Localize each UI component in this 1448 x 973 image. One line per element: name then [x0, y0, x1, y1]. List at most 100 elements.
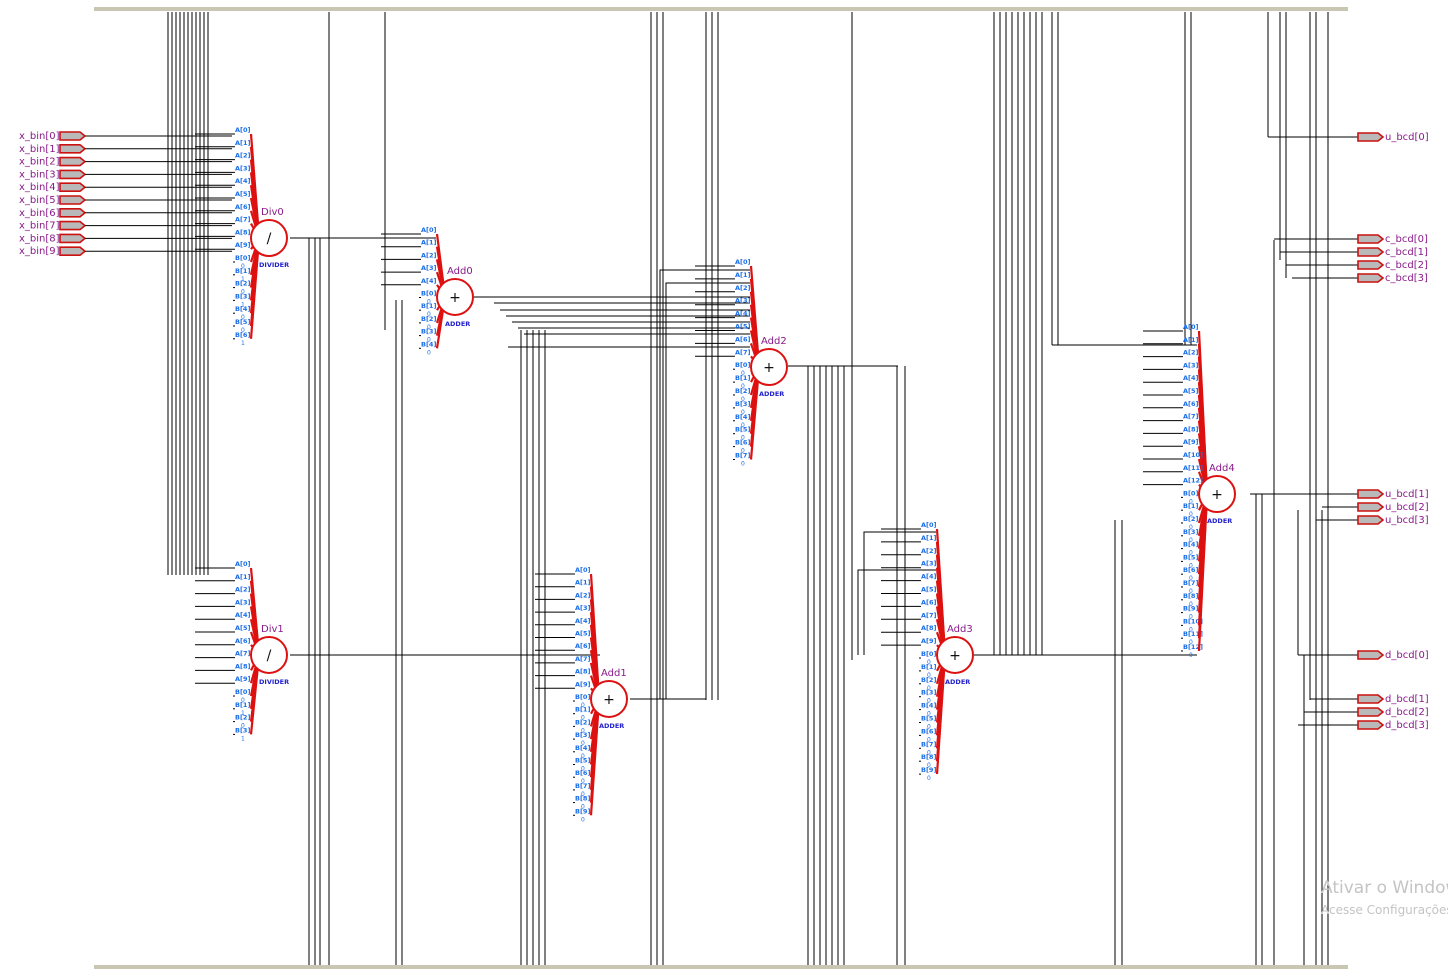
pin-label: A[8]: [1183, 425, 1199, 433]
block-div1-type: DIVIDER: [259, 678, 289, 686]
pin-label: A[2]: [575, 591, 591, 599]
pin-label: B[2]: [421, 315, 436, 323]
pin-label: A[11]: [1183, 464, 1203, 472]
net-wire: [665, 282, 750, 699]
input-port-arrow: [59, 144, 87, 154]
block-add1-symbol: +: [603, 692, 615, 708]
block-add2-name: Add2: [761, 336, 787, 347]
pin-label: A[4]: [235, 177, 251, 185]
pin-label: A[9]: [921, 637, 937, 645]
block-add0-name: Add0: [447, 266, 473, 277]
pin-label: A[5]: [1183, 387, 1199, 395]
output-port-label: d_bcd[0]: [1385, 650, 1429, 661]
pin-label: A[1]: [575, 579, 591, 587]
block-div1-name: Div1: [261, 624, 284, 635]
input-port-arrow: [59, 233, 87, 244]
pin-label: A[7]: [575, 655, 591, 663]
schematic-viewer[interactable]: A[0] A[1] A[2] A[3] A[4] A[5] A[6] A[7] A[8] A[9]…: [0, 0, 1448, 973]
input-port-arrow: [59, 156, 87, 167]
pin-label: A[3]: [735, 297, 751, 305]
pin-label: B[7]: [575, 782, 590, 790]
block-add4-symbol: +: [1211, 487, 1223, 503]
pin-label: B[4]: [1183, 541, 1198, 549]
pin-label: B[5]: [735, 426, 750, 434]
pin-label: B[8]: [1183, 592, 1198, 600]
block-div0-name: Div0: [261, 207, 284, 218]
pin-label: A[8]: [921, 624, 937, 632]
pin-label: A[0]: [575, 566, 591, 574]
input-port-label: x_bin[4]: [19, 182, 60, 193]
pin-label: A[3]: [1183, 361, 1199, 369]
block-add2-symbol: +: [763, 360, 775, 376]
input-port-label: x_bin[1]: [19, 144, 60, 155]
pin-label: A[8]: [235, 662, 251, 670]
input-port-arrow: [59, 208, 87, 218]
output-port-arrow: [1357, 489, 1385, 499]
block-add4-name: Add4: [1209, 463, 1235, 474]
pin-label: A[5]: [735, 323, 751, 331]
output-port-arrow: [1357, 720, 1385, 730]
block-add3-name: Add3: [947, 624, 973, 635]
block-add2-type: ADDER: [759, 390, 784, 398]
pin-label: B[4]: [235, 305, 250, 313]
pin-label: A[9]: [235, 241, 251, 249]
pin-label: B[8]: [921, 753, 936, 761]
pin-label: B[1]: [421, 302, 436, 310]
input-port-label: x_bin[8]: [19, 233, 60, 244]
input-port-arrow: [59, 246, 87, 256]
pin-label: A[8]: [235, 228, 251, 236]
block-add0-symbol: +: [449, 290, 461, 306]
pin-label: B[6]: [235, 331, 250, 339]
output-port-label: d_bcd[1]: [1385, 694, 1429, 705]
pin-label: A[3]: [235, 598, 251, 606]
pin-label: A[9]: [575, 680, 591, 688]
pin-label: A[0]: [1183, 323, 1199, 331]
schematic-canvas: A[0] A[1] A[2] A[3] A[4] A[5] A[6] A[7] A[8] A[9]…: [19, 12, 1429, 965]
pin-label: A[1]: [421, 239, 437, 247]
input-port-arrow: [59, 220, 87, 231]
output-port-label: u_bcd[2]: [1385, 502, 1429, 513]
pin-label: B[2]: [575, 718, 590, 726]
input-port-arrow: [59, 131, 87, 141]
pin-label: A[3]: [921, 560, 937, 568]
input-port-arrow: [59, 195, 87, 205]
pin-label: B[5]: [921, 715, 936, 723]
activation-watermark-subtitle: Acesse Configurações: [1321, 903, 1448, 917]
pin-label: A[0]: [921, 521, 937, 529]
pin-label: A[0]: [235, 560, 251, 568]
pin-label: B[0]: [735, 361, 750, 369]
pin-label: B[2]: [1183, 515, 1198, 523]
pin-label: A[4]: [735, 310, 751, 318]
pin-label: B[3]: [921, 689, 936, 697]
block-add4-type: ADDER: [1207, 517, 1232, 525]
pin-label: B[1]: [1183, 502, 1198, 510]
pin-label: B[3]: [1183, 528, 1198, 536]
pin-label: B[1]: [921, 663, 936, 671]
pin-constant: 0: [581, 816, 585, 823]
pin-label: A[7]: [921, 611, 937, 619]
pin-label: A[6]: [735, 335, 751, 343]
output-port-arrow: [1357, 234, 1385, 244]
pin-label: A[6]: [1183, 400, 1199, 408]
pin-label: B[6]: [735, 439, 750, 447]
pin-label: B[0]: [421, 290, 436, 298]
block-add1-type: ADDER: [599, 722, 624, 730]
output-port-arrow: [1357, 132, 1385, 142]
output-port-arrow: [1357, 650, 1385, 660]
pin-constant: 0: [1189, 652, 1193, 659]
pin-label: B[2]: [235, 280, 250, 288]
pin-label: A[5]: [235, 624, 251, 632]
activation-watermark-title: Ativar o Windows: [1321, 878, 1448, 898]
pin-label: A[3]: [421, 264, 437, 272]
pin-label: A[2]: [235, 586, 251, 594]
pin-label: B[6]: [1183, 566, 1198, 574]
output-port-label: c_bcd[3]: [1385, 273, 1428, 284]
pin-label: A[1]: [921, 534, 937, 542]
block-add0-type: ADDER: [445, 320, 470, 328]
block-div0-type: DIVIDER: [259, 261, 289, 269]
output-port-label: u_bcd[3]: [1385, 515, 1429, 526]
input-port-arrow: [59, 169, 87, 180]
block-add3-type: ADDER: [945, 678, 970, 686]
pin-label: B[3]: [575, 731, 590, 739]
pin-label: A[5]: [921, 586, 937, 594]
